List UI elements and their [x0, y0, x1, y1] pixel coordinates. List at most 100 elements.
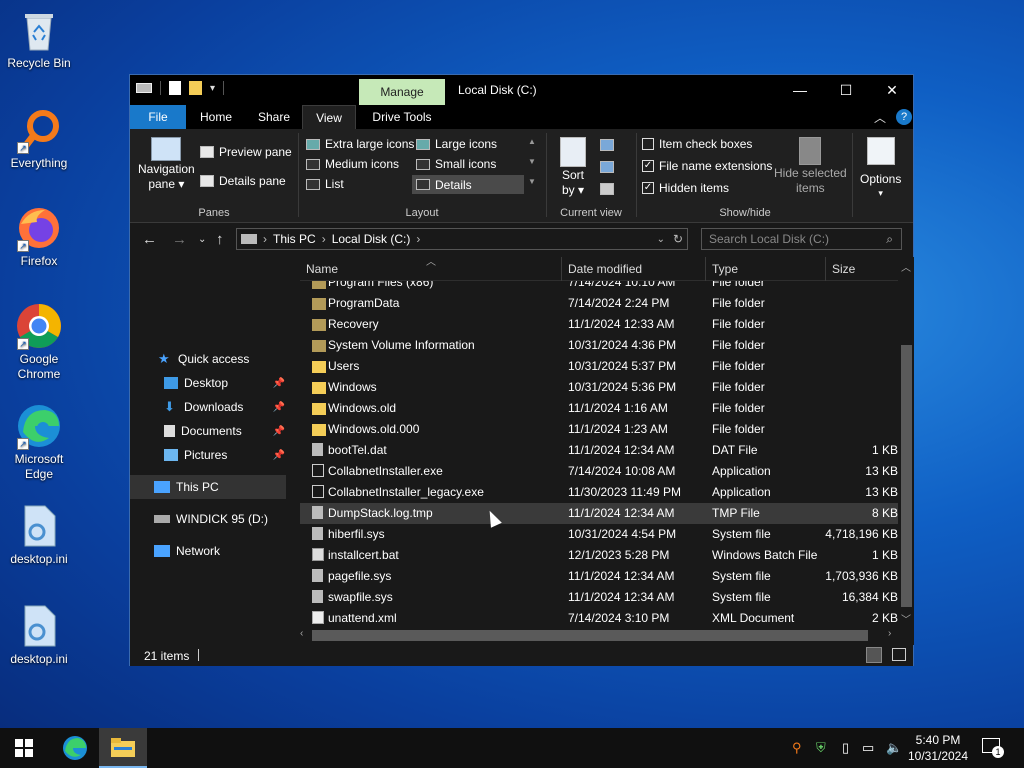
pin-icon[interactable]: 📌 — [273, 402, 285, 413]
refresh-icon[interactable]: ↻ — [673, 232, 683, 246]
layout-list[interactable]: List — [306, 177, 344, 191]
file-name-extensions-checkbox[interactable]: ✓ — [642, 160, 654, 172]
tab-drive-tools[interactable]: Drive Tools — [360, 105, 444, 129]
vertical-scroll-thumb[interactable] — [901, 345, 912, 607]
table-row[interactable]: CollabnetInstaller.exe 7/14/2024 10:08 AM… — [300, 461, 898, 482]
column-type[interactable]: Type — [706, 257, 826, 281]
table-row[interactable]: Recovery 11/1/2024 12:33 AM File folder — [300, 314, 898, 335]
taskbar-edge[interactable] — [51, 728, 99, 768]
nav-documents[interactable]: Documents 📌 — [130, 419, 293, 443]
desktop-icon-firefox[interactable]: ↗ Firefox — [1, 204, 77, 269]
scroll-down-icon[interactable]: ﹀ — [901, 611, 911, 626]
preview-pane-button[interactable]: Preview pane — [200, 145, 292, 159]
breadcrumb-local-disk[interactable]: Local Disk (C:) — [332, 232, 411, 246]
table-row[interactable]: Users 10/31/2024 5:37 PM File folder — [300, 356, 898, 377]
search-icon[interactable]: ⌕ — [886, 229, 893, 249]
group-by-icon[interactable] — [600, 139, 614, 151]
breadcrumb-chevron-icon[interactable]: › — [322, 232, 326, 246]
clock[interactable]: 5:40 PM 10/31/2024 — [906, 732, 970, 764]
scroll-left-icon[interactable]: ‹ — [300, 628, 303, 639]
breadcrumb-chevron-icon[interactable]: › — [263, 232, 267, 246]
start-button[interactable] — [0, 728, 48, 768]
nav-quick-access[interactable]: ★ Quick access — [130, 347, 293, 371]
desktop-icon-edge[interactable]: ↗ Microsoft Edge — [1, 402, 77, 482]
network-status-icon[interactable]: ▭ — [862, 740, 874, 756]
details-pane-button[interactable]: Details pane — [200, 174, 286, 188]
notification-center-button[interactable]: 1 — [982, 738, 1004, 758]
table-row[interactable]: swapfile.sys 11/1/2024 12:34 AM System fil… — [300, 587, 898, 608]
large-icons-view-icon[interactable] — [892, 648, 906, 661]
recent-locations-icon[interactable]: ⌄ — [198, 234, 206, 245]
table-row[interactable]: Windows 10/31/2024 5:36 PM File folder — [300, 377, 898, 398]
column-size[interactable]: Size — [826, 257, 898, 281]
security-shield-icon[interactable]: ⛨ — [816, 740, 826, 756]
layout-details[interactable]: Details — [412, 175, 524, 194]
vertical-scrollbar[interactable]: ︿ ﹀ — [898, 257, 914, 627]
column-date-modified[interactable]: Date modified — [562, 257, 706, 281]
layout-extra-large-icons[interactable]: Extra large icons — [306, 137, 414, 151]
navigation-pane-button[interactable]: Navigation pane ▾ — [138, 137, 195, 191]
table-row[interactable]: System Volume Information 10/31/2024 4:36… — [300, 335, 898, 356]
properties-icon[interactable] — [169, 81, 181, 95]
layout-large-icons[interactable]: Large icons — [416, 137, 497, 151]
column-name[interactable]: Name — [300, 257, 562, 281]
details-view-icon[interactable] — [866, 647, 882, 663]
tab-view[interactable]: View — [302, 105, 356, 129]
nav-drive-d[interactable]: WINDICK 95 (D:) — [130, 507, 293, 531]
up-arrow-icon[interactable]: ↑ — [216, 231, 224, 248]
tab-share[interactable]: Share — [246, 105, 302, 129]
scroll-up-icon[interactable]: ︿ — [901, 259, 911, 274]
help-icon[interactable]: ? — [896, 109, 912, 125]
nav-this-pc[interactable]: This PC — [130, 475, 286, 499]
breadcrumb-this-pc[interactable]: This PC — [273, 232, 316, 246]
sort-by-button[interactable]: Sort by ▾ — [560, 137, 586, 197]
scroll-right-icon[interactable]: › — [888, 628, 891, 639]
desktop-icon-everything[interactable]: ↗ Everything — [1, 106, 77, 171]
nav-network[interactable]: Network — [130, 539, 293, 563]
customize-qat-icon[interactable]: ▾ — [210, 83, 215, 94]
tab-manage[interactable]: Manage — [359, 79, 445, 105]
layout-expand-icon[interactable]: ▼ — [528, 177, 536, 186]
usb-device-icon[interactable]: ▯ — [842, 740, 849, 756]
hide-selected-items-button[interactable]: Hide selected items — [774, 137, 847, 195]
taskbar-file-explorer[interactable] — [99, 728, 147, 768]
table-row[interactable]: Windows.old 11/1/2024 1:16 AM File folder — [300, 398, 898, 419]
desktop-icon-desktop-ini-2[interactable]: desktop.ini — [1, 602, 77, 667]
hidden-items-toggle[interactable]: ✓ Hidden items — [642, 181, 729, 195]
file-list[interactable]: ︿ Name Date modified Type Size Program F… — [300, 257, 914, 645]
horizontal-scroll-thumb[interactable] — [312, 630, 868, 641]
breadcrumb-chevron-icon[interactable]: › — [416, 232, 420, 246]
table-row[interactable]: installcert.bat 12/1/2023 5:28 PM Windows … — [300, 545, 898, 566]
table-row[interactable]: pagefile.sys 11/1/2024 12:34 AM System fil… — [300, 566, 898, 587]
table-row[interactable]: DumpStack.log.tmp 11/1/2024 12:34 AM TMP F… — [300, 503, 898, 524]
table-row[interactable]: unattend.xml 7/14/2024 3:10 PM XML Documen… — [300, 608, 898, 627]
desktop-icon-recycle-bin[interactable]: Recycle Bin — [1, 6, 77, 71]
layout-scroll-up-icon[interactable]: ▲ — [528, 137, 536, 146]
desktop-icon-desktop-ini-1[interactable]: desktop.ini — [1, 502, 77, 567]
table-row[interactable]: ProgramData 7/14/2024 2:24 PM File folder — [300, 293, 898, 314]
everything-tray-icon[interactable]: ⚲ — [792, 740, 802, 756]
size-columns-icon[interactable] — [600, 183, 614, 195]
layout-scroll-down-icon[interactable]: ▼ — [528, 157, 536, 166]
hidden-items-checkbox[interactable]: ✓ — [642, 182, 654, 194]
table-row[interactable]: CollabnetInstaller_legacy.exe 11/30/2023 … — [300, 482, 898, 503]
title-bar[interactable]: ▾ Manage Local Disk (C:) — ☐ ✕ — [130, 75, 913, 105]
tab-home[interactable]: Home — [189, 105, 243, 129]
desktop-icon-chrome[interactable]: ↗ Google Chrome — [1, 302, 77, 382]
forward-arrow-icon[interactable]: → — [172, 231, 187, 248]
pin-icon[interactable]: 📌 — [273, 450, 285, 461]
table-row[interactable]: Windows.old.000 11/1/2024 1:23 AM File fol… — [300, 419, 898, 440]
item-check-boxes-checkbox[interactable] — [642, 138, 654, 150]
horizontal-scrollbar[interactable]: ‹ › — [300, 627, 898, 644]
add-columns-icon[interactable] — [600, 161, 614, 173]
layout-medium-icons[interactable]: Medium icons — [306, 157, 399, 171]
address-dropdown-icon[interactable]: ⌄ — [657, 234, 665, 245]
new-folder-icon[interactable] — [189, 81, 202, 95]
nav-downloads[interactable]: ⬇ Downloads 📌 — [130, 395, 293, 419]
search-input[interactable]: Search Local Disk (C:) ⌕ — [701, 228, 902, 250]
layout-small-icons[interactable]: Small icons — [416, 157, 496, 171]
minimize-button[interactable]: — — [777, 75, 823, 105]
volume-muted-icon[interactable]: 🔈 — [886, 740, 902, 756]
pin-icon[interactable]: 📌 — [273, 378, 285, 389]
back-arrow-icon[interactable]: ← — [142, 231, 157, 248]
